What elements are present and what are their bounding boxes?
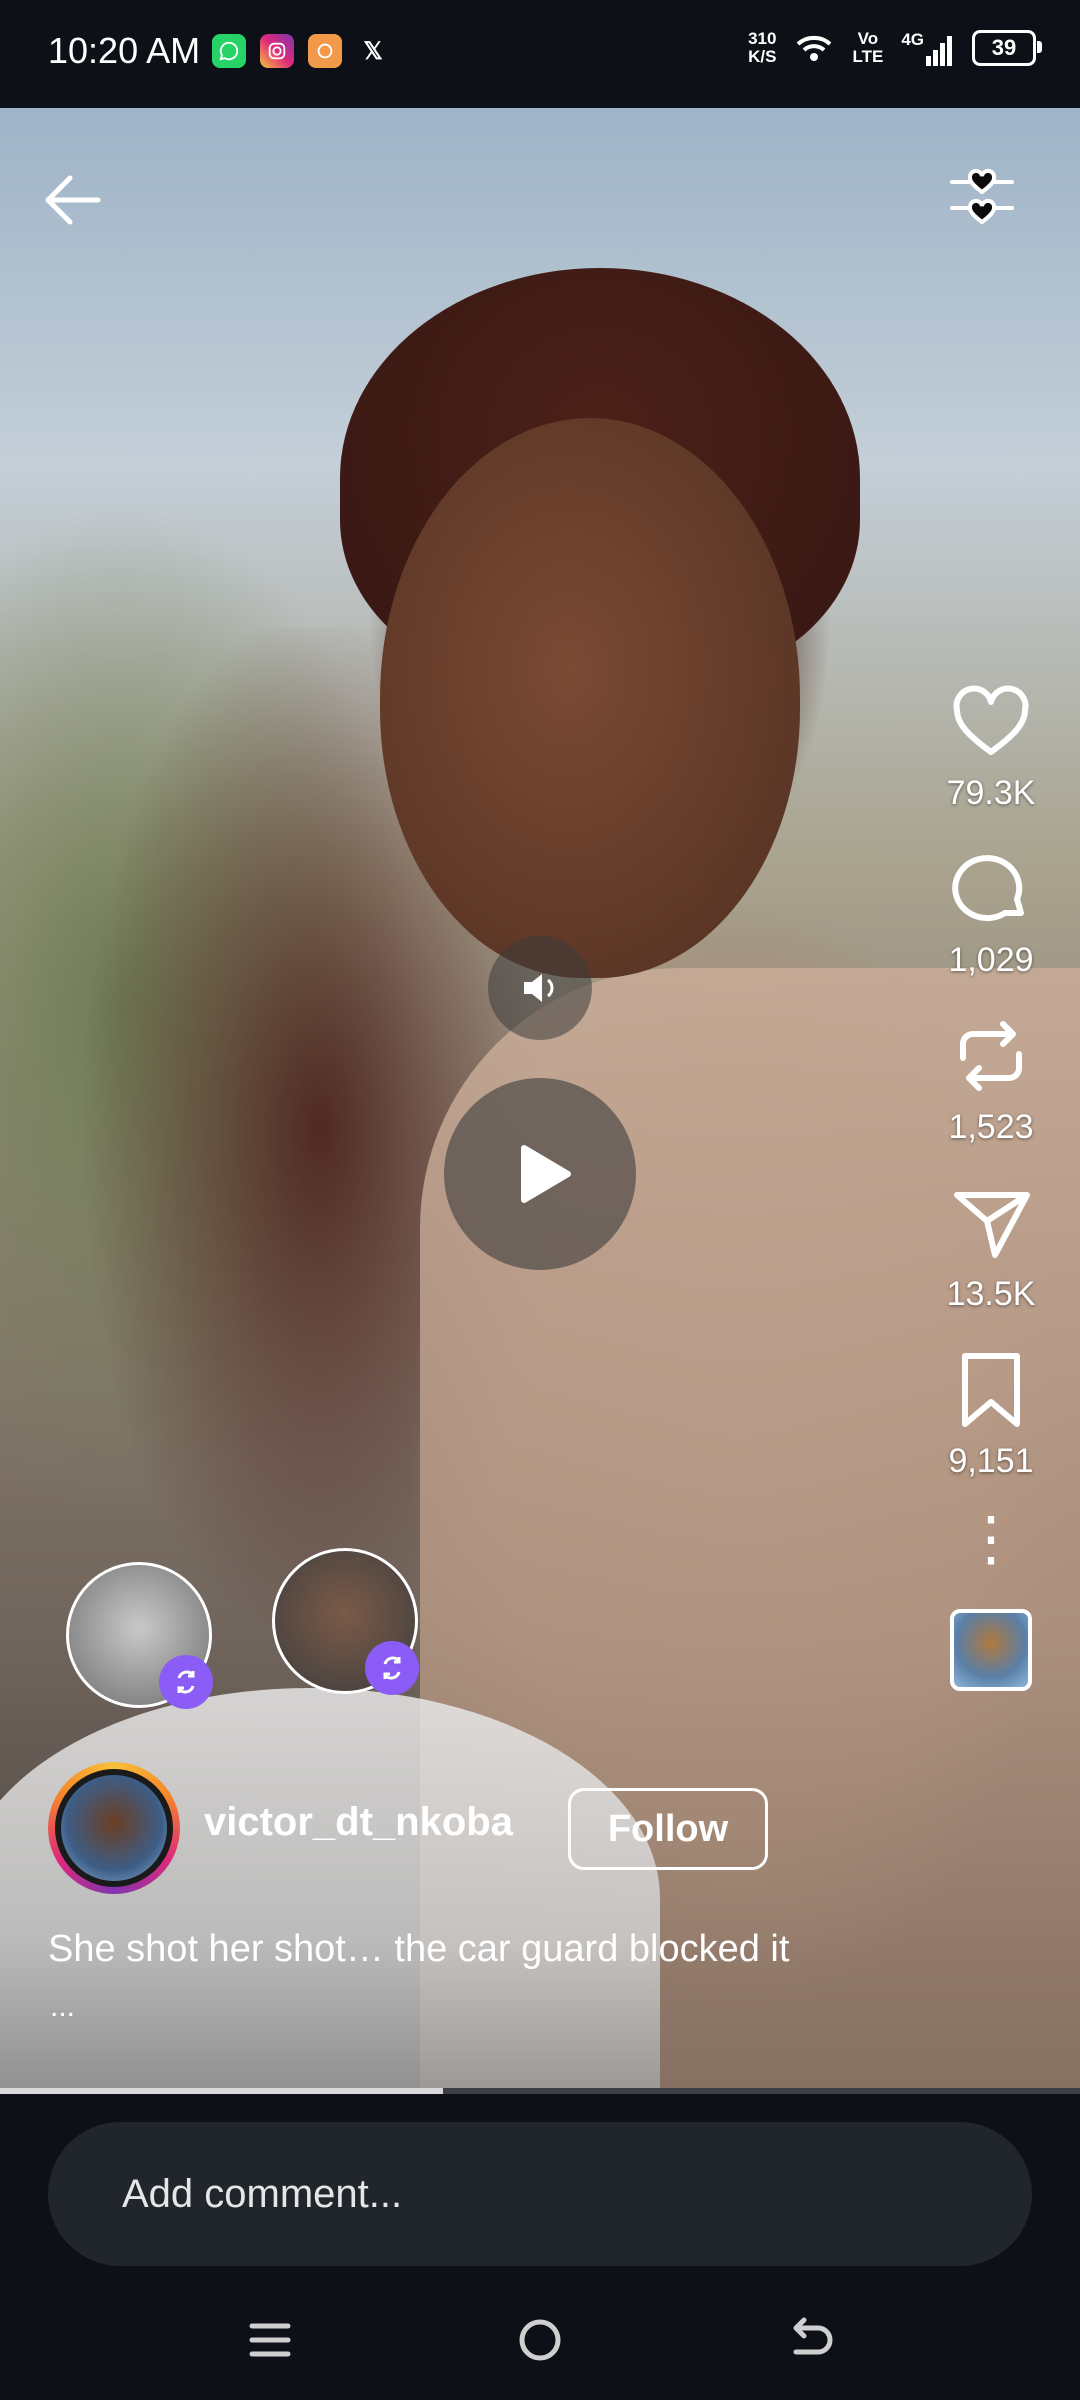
follow-button[interactable]: Follow [568, 1788, 768, 1870]
repost-count: 1,523 [948, 1108, 1034, 1146]
avatar-ring-gap [55, 1769, 173, 1887]
network-speed-value: 310 [748, 29, 777, 48]
share-count: 13.5K [946, 1275, 1036, 1313]
repost-icon [960, 1021, 1022, 1091]
play-icon [521, 1145, 571, 1203]
bookmark-icon [962, 1353, 1020, 1427]
volte-bottom: LTE [852, 47, 884, 66]
caption-more[interactable]: ... [50, 1990, 75, 2024]
repost-button[interactable]: 1,523 [948, 1014, 1034, 1147]
comment-count: 1,029 [948, 941, 1034, 979]
home-icon[interactable] [510, 2310, 570, 2370]
volte-indicator: Vo LTE [852, 30, 883, 66]
network-speed: 310 K/S [748, 30, 776, 66]
comment-placeholder: Add comment... [122, 2171, 403, 2216]
comment-button[interactable]: 1,029 [948, 847, 1034, 980]
recent-apps-icon[interactable] [240, 2310, 300, 2370]
save-count: 9,151 [948, 1442, 1034, 1480]
remixer-avatar[interactable] [66, 1562, 213, 1709]
signal-indicator: 4G [901, 30, 954, 66]
heart-icon [953, 685, 1029, 755]
whatsapp-icon [212, 34, 246, 68]
video-scene-face [380, 418, 800, 978]
x-icon: 𝕏 [363, 37, 383, 65]
back-arrow-icon[interactable] [36, 162, 112, 238]
speaker-icon [524, 974, 554, 1002]
back-icon[interactable] [780, 2310, 840, 2370]
username[interactable]: victor_dt_nkoba [204, 1800, 513, 1845]
wifi-icon [797, 35, 832, 61]
comment-input[interactable]: Add comment... [48, 2122, 1032, 2266]
status-bar: 10:20 AM 𝕏 310 K/S Vo LTE 4G 39 [0, 0, 1080, 108]
audio-thumbnail[interactable] [950, 1609, 1032, 1691]
repost-icon [383, 1656, 401, 1680]
status-app-icons: 𝕏 [212, 34, 390, 68]
repost-badge [365, 1641, 419, 1695]
comment-icon [952, 855, 1024, 922]
app-icon [308, 34, 342, 68]
send-icon [953, 1192, 1030, 1258]
status-indicators: 310 K/S Vo LTE 4G 39 [748, 30, 1042, 66]
caption[interactable]: She shot her shot… the car guard blocked… [48, 1928, 928, 1971]
remixer-avatar[interactable] [272, 1548, 419, 1695]
status-time: 10:20 AM [48, 30, 201, 71]
repost-icon [177, 1670, 195, 1694]
volte-top: Vo [857, 29, 879, 48]
network-speed-unit: K/S [748, 47, 777, 66]
user-avatar[interactable] [48, 1762, 180, 1894]
repost-badge [159, 1655, 213, 1709]
play-button[interactable] [444, 1078, 636, 1270]
like-count: 79.3K [946, 774, 1036, 812]
volume-button[interactable] [488, 936, 592, 1040]
like-button[interactable]: 79.3K [946, 680, 1036, 813]
reel-actions: 79.3K 1,029 1,523 13.5K 9,151 ⋮ [926, 680, 1056, 1691]
save-button[interactable]: 9,151 [948, 1348, 1034, 1481]
instagram-icon [260, 34, 294, 68]
feed-preferences-icon[interactable] [944, 160, 1020, 236]
signal-icon [926, 36, 952, 66]
avatar-image [61, 1775, 167, 1881]
share-button[interactable]: 13.5K [946, 1181, 1036, 1314]
network-type: 4G [901, 30, 924, 49]
system-nav-bar [0, 2280, 1080, 2400]
more-options-icon[interactable]: ⋮ [961, 1509, 1021, 1569]
battery-indicator: 39 [972, 30, 1042, 66]
